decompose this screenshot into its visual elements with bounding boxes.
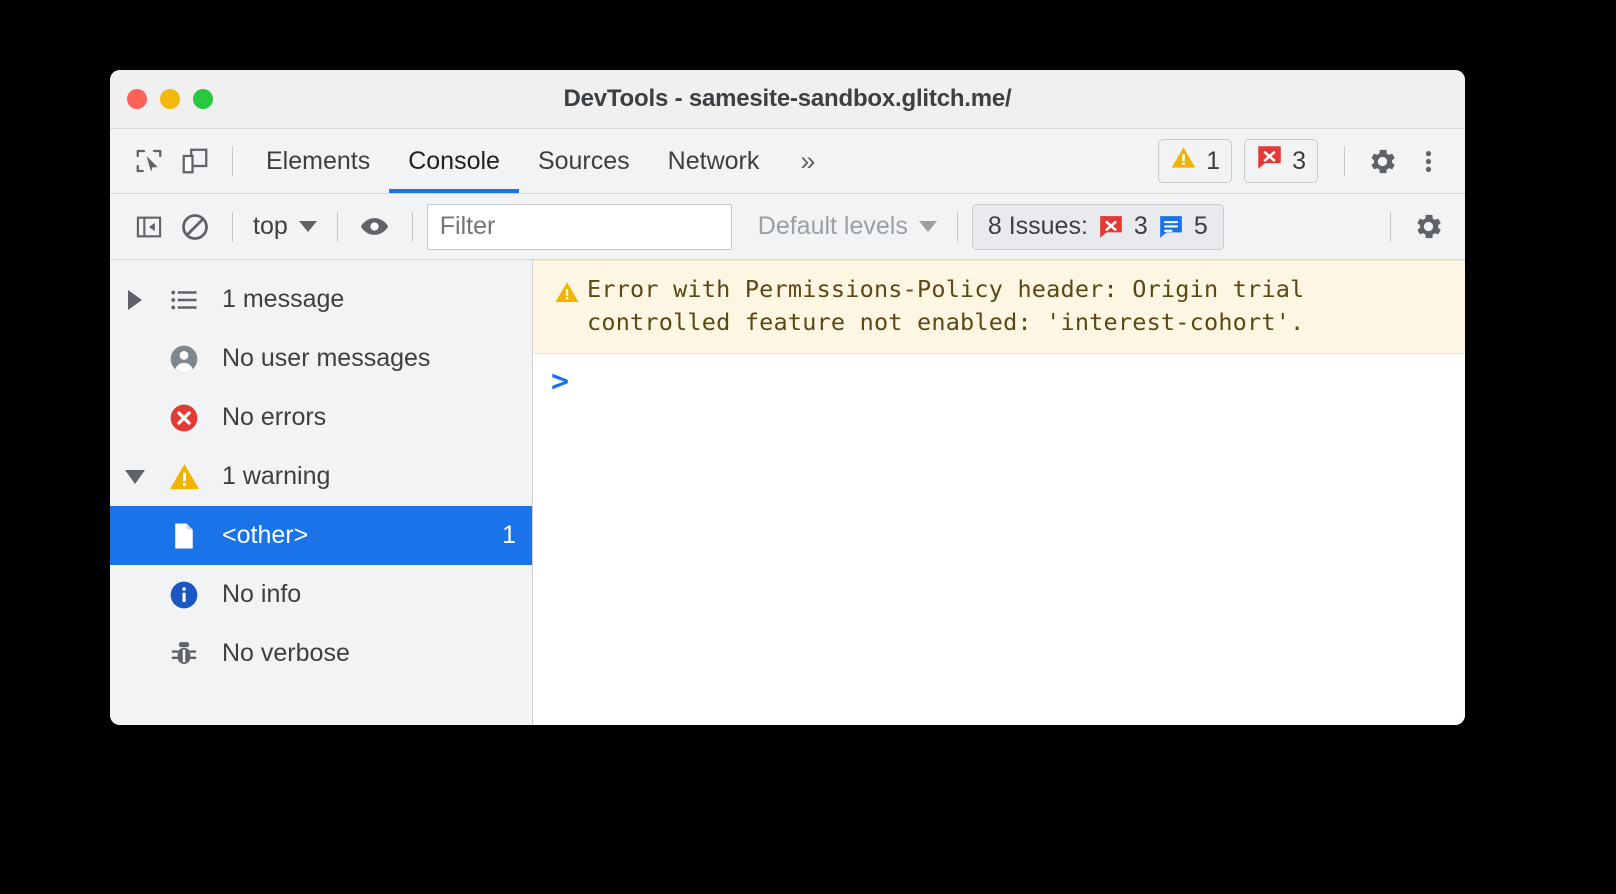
- issues-label: 8 Issues:: [987, 212, 1088, 240]
- console-message-text: Error with Permissions-Policy header: Or…: [587, 275, 1305, 336]
- sidebar-item-label: No user messages: [222, 344, 431, 372]
- filterbar-divider-4: [956, 211, 958, 242]
- filter-input[interactable]: [426, 203, 732, 250]
- chevron-right-icon: [128, 289, 142, 310]
- sidebar-item-label: No info: [222, 580, 302, 608]
- kebab-menu-icon[interactable]: [1405, 138, 1451, 184]
- warning-count-badge[interactable]: 1: [1158, 139, 1233, 183]
- issues-info-bubble-icon: [1158, 214, 1184, 240]
- file-icon: [160, 521, 208, 551]
- execution-context-label: top: [253, 212, 288, 240]
- tab-elements[interactable]: Elements: [247, 130, 389, 193]
- sidebar-item-info[interactable]: No info: [110, 565, 532, 624]
- tab-sources[interactable]: Sources: [519, 130, 649, 193]
- sidebar-item-messages[interactable]: 1 message: [110, 270, 532, 329]
- user-icon: [160, 343, 208, 375]
- eye-icon[interactable]: [352, 204, 398, 250]
- filterbar-divider-2: [336, 211, 338, 242]
- info-icon: [160, 579, 208, 611]
- console-sidebar-toggle-icon[interactable]: [126, 204, 172, 250]
- filterbar-divider-3: [411, 211, 413, 242]
- console-message-list: Error with Permissions-Policy header: Or…: [533, 260, 1465, 725]
- tab-network[interactable]: Network: [649, 130, 779, 193]
- sidebar-item-label: No errors: [222, 403, 327, 431]
- tab-console[interactable]: Console: [389, 130, 519, 193]
- error-count-badge[interactable]: 3: [1244, 139, 1318, 183]
- warning-icon: [547, 273, 587, 305]
- prompt-chevron-icon: >: [551, 364, 570, 399]
- list-icon: [160, 285, 208, 315]
- window-titlebar: DevTools - samesite-sandbox.glitch.me/: [110, 70, 1465, 129]
- sidebar-item-errors[interactable]: No errors: [110, 388, 532, 447]
- bug-icon: [160, 639, 208, 669]
- window-title: DevTools - samesite-sandbox.glitch.me/: [563, 85, 1012, 112]
- sidebar-item-verbose[interactable]: No verbose: [110, 624, 532, 683]
- issues-error-count: 3: [1133, 212, 1148, 240]
- filterbar-divider-1: [232, 211, 233, 242]
- filterbar-divider-5: [1390, 211, 1391, 242]
- issues-error-bubble-icon: [1098, 214, 1124, 240]
- inspect-element-icon[interactable]: [126, 138, 172, 184]
- sidebar-item-count: 1: [502, 521, 516, 549]
- log-levels-label: Default levels: [757, 212, 908, 240]
- chevron-down-icon: [298, 221, 317, 232]
- log-levels-selector[interactable]: Default levels: [752, 212, 943, 241]
- error-icon: [160, 402, 208, 434]
- warning-count-value: 1: [1206, 146, 1221, 175]
- chevron-down-icon: [918, 221, 937, 232]
- console-filter-toolbar: top Default levels 8 Issues:: [110, 194, 1465, 260]
- console-sidebar: 1 message No user messages No errors 1 w…: [110, 260, 533, 725]
- error-count-value: 3: [1292, 146, 1306, 175]
- console-prompt[interactable]: >: [533, 354, 1465, 397]
- clear-console-icon[interactable]: [172, 204, 218, 250]
- sidebar-item-warnings[interactable]: 1 warning: [110, 447, 532, 506]
- sidebar-item-label: 1 message: [222, 285, 345, 313]
- sidebar-item-user-messages[interactable]: No user messages: [110, 329, 532, 388]
- warning-triangle-icon: [1170, 144, 1197, 178]
- sidebar-item-label: <other>: [222, 521, 309, 549]
- maximize-window-button[interactable]: [193, 89, 213, 109]
- more-tabs-icon[interactable]: »: [778, 146, 837, 177]
- gear-icon[interactable]: [1359, 138, 1405, 184]
- chevron-down-icon: [125, 469, 145, 484]
- traffic-lights: [127, 89, 213, 109]
- devtools-tabbar: Elements Console Sources Network » 1 3: [110, 129, 1465, 194]
- sidebar-item-label: No verbose: [222, 639, 350, 667]
- close-window-button[interactable]: [127, 89, 147, 109]
- issues-badge[interactable]: 8 Issues: 3 5: [971, 203, 1224, 250]
- devtools-window: DevTools - samesite-sandbox.glitch.me/ E…: [110, 70, 1465, 725]
- minimize-window-button[interactable]: [160, 89, 180, 109]
- execution-context-selector[interactable]: top: [247, 212, 323, 241]
- sidebar-item-label: 1 warning: [222, 462, 331, 490]
- device-toolbar-icon[interactable]: [172, 138, 218, 184]
- expand-twisty[interactable]: [110, 289, 160, 310]
- warning-icon: [160, 460, 208, 493]
- sidebar-item-other[interactable]: <other> 1: [110, 506, 532, 565]
- console-body: 1 message No user messages No errors 1 w…: [110, 260, 1465, 725]
- collapse-twisty[interactable]: [110, 469, 160, 484]
- error-bubble-icon: [1256, 144, 1283, 178]
- tabbar-divider-2: [1344, 146, 1345, 176]
- gear-icon[interactable]: [1405, 204, 1451, 250]
- tabbar-divider-1: [232, 146, 233, 176]
- console-warning-message[interactable]: Error with Permissions-Policy header: Or…: [533, 260, 1465, 354]
- issues-info-count: 5: [1193, 212, 1208, 240]
